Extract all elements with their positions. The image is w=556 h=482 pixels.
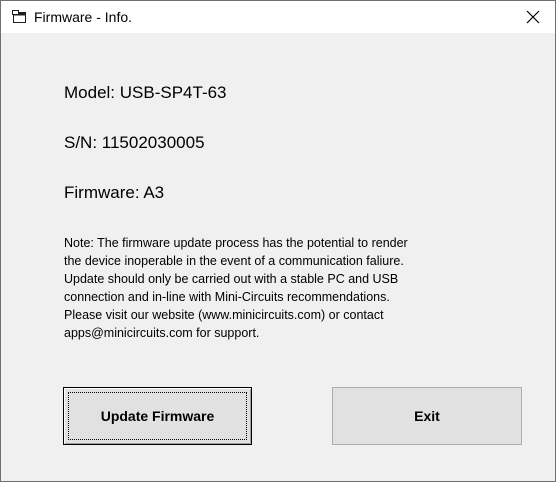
exit-label: Exit	[414, 408, 440, 424]
exit-button[interactable]: Exit	[332, 387, 522, 445]
firmware-version-label: Firmware: A3	[64, 183, 165, 202]
serial-number-label: S/N: 11502030005	[64, 133, 205, 152]
firmware-update-note: Note: The firmware update process has th…	[64, 234, 534, 342]
window-app-icon	[12, 10, 27, 24]
close-button[interactable]	[509, 1, 555, 33]
update-firmware-label: Update Firmware	[100, 408, 215, 424]
update-firmware-button[interactable]: Update Firmware	[63, 387, 252, 445]
note-line: Please visit our website (www.minicircui…	[64, 308, 384, 322]
note-line: the device inoperable in the event of a …	[64, 254, 404, 268]
note-line: connection and in-line with Mini-Circuit…	[64, 290, 390, 304]
firmware-info-dialog: Firmware - Info. Model: USB-SP4T-63 S/N:…	[0, 0, 556, 482]
note-line: apps@minicircuits.com for support.	[64, 326, 260, 340]
note-line: Note: The firmware update process has th…	[64, 236, 408, 250]
note-line: Update should only be carried out with a…	[64, 272, 399, 286]
window-title: Firmware - Info.	[34, 9, 133, 25]
model-label: Model: USB-SP4T-63	[64, 83, 227, 102]
close-icon	[526, 10, 540, 24]
title-bar[interactable]: Firmware - Info.	[1, 1, 555, 33]
